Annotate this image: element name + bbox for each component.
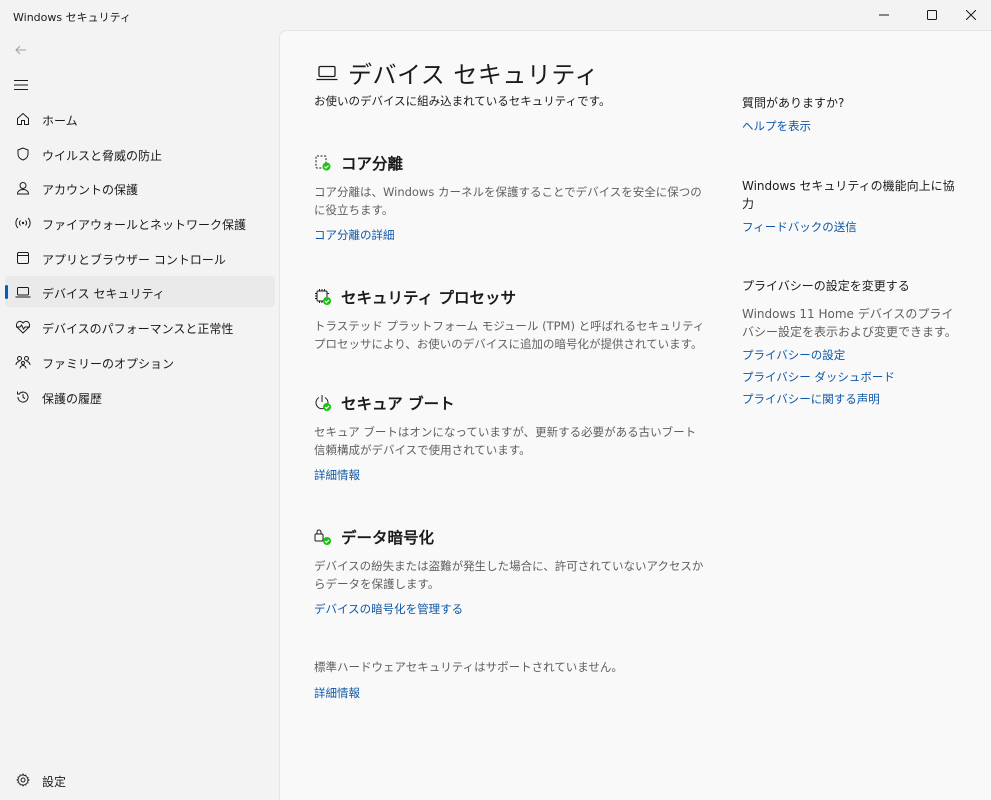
sidebar-item-label: ファイアウォールとネットワーク保護 xyxy=(42,218,247,232)
encryption-icon xyxy=(314,528,332,546)
page-title: デバイス セキュリティ xyxy=(348,61,599,89)
help-heading: 質問がありますか? xyxy=(742,96,845,110)
person-icon xyxy=(15,180,31,196)
sidebar-item-firewall[interactable]: ファイアウォールとネットワーク保護 xyxy=(5,207,275,238)
back-arrow-icon xyxy=(15,45,26,55)
show-help-link[interactable]: ヘルプを表示 xyxy=(742,118,957,134)
section-description: デバイスの紛失または盗難が発生した場合に、許可されていないアクセスからデータを保… xyxy=(314,559,704,591)
section-description: トラステッド プラットフォーム モジュール (TPM) と呼ばれるセキュリティ … xyxy=(314,319,705,351)
section-title: セキュリティ プロセッサ xyxy=(341,289,516,307)
sidebar-item-home[interactable]: ホーム xyxy=(5,103,275,134)
sidebar-item-settings[interactable]: 設定 xyxy=(5,764,275,795)
privacy-heading: プライバシーの設定を変更する xyxy=(742,279,910,293)
sidebar-item-protection-history[interactable]: 保護の履歴 xyxy=(5,381,275,412)
section-secure-boot: セキュア ブート セキュア ブートはオンになっていますが、更新する必要がある古い… xyxy=(314,392,714,483)
main-content: デバイス セキュリティ お使いのデバイスに組み込まれているセキュリティです。 コ… xyxy=(279,30,991,800)
sidebar-item-label: ファミリーのオプション xyxy=(42,357,175,371)
section-title: コア分離 xyxy=(341,155,404,173)
sidebar-item-family-options[interactable]: ファミリーのオプション xyxy=(5,346,275,377)
core-isolation-details-link[interactable]: コア分離の詳細 xyxy=(314,227,395,243)
title-bar: Windows セキュリティ xyxy=(0,0,991,30)
sidebar-item-label: アプリとブラウザー コントロール xyxy=(42,253,226,267)
privacy-panel: プライバシーの設定を変更する Windows 11 Home デバイスのプライバ… xyxy=(742,277,957,407)
sidebar-item-label: デバイス セキュリティ xyxy=(42,287,165,301)
hardware-details-link[interactable]: 詳細情報 xyxy=(314,685,360,701)
window-title: Windows セキュリティ xyxy=(13,11,131,24)
privacy-description: Windows 11 Home デバイスのプライバシー設定を表示および変更できま… xyxy=(742,307,957,339)
laptop-icon xyxy=(15,284,31,300)
help-panel: 質問がありますか? ヘルプを表示 xyxy=(742,94,957,134)
hardware-security-note: 標準ハードウェアセキュリティはサポートされていません。 xyxy=(314,660,623,674)
maximize-icon xyxy=(927,10,937,20)
sidebar: ホーム ウイルスと脅威の防止 アカウントの保護 ファイアウォールとネットワーク保… xyxy=(0,30,279,800)
back-button[interactable] xyxy=(10,39,32,61)
sidebar-item-virus-protection[interactable]: ウイルスと脅威の防止 xyxy=(5,138,275,169)
section-description: セキュア ブートはオンになっていますが、更新する必要がある古いブート信頼構成がデ… xyxy=(314,425,697,457)
sidebar-item-device-security[interactable]: デバイス セキュリティ xyxy=(5,276,275,307)
sidebar-item-device-performance[interactable]: デバイスのパフォーマンスと正常性 xyxy=(5,311,275,342)
secure-boot-details-link[interactable]: 詳細情報 xyxy=(314,467,360,483)
sidebar-item-label: 保護の履歴 xyxy=(42,392,103,406)
menu-button[interactable] xyxy=(10,74,32,96)
privacy-settings-link[interactable]: プライバシーの設定 xyxy=(742,347,957,363)
sidebar-item-account-protection[interactable]: アカウントの保護 xyxy=(5,172,275,203)
sidebar-item-label: アカウントの保護 xyxy=(42,183,139,197)
sidebar-item-label: デバイスのパフォーマンスと正常性 xyxy=(42,322,234,336)
gear-icon xyxy=(15,772,31,788)
sidebar-item-label: ホーム xyxy=(42,114,78,128)
privacy-dashboard-link[interactable]: プライバシー ダッシュボード xyxy=(742,369,957,385)
home-icon xyxy=(15,111,31,127)
maximize-button[interactable] xyxy=(912,0,952,30)
feedback-heading: Windows セキュリティの機能向上に協力 xyxy=(742,179,955,211)
section-security-processor: セキュリティ プロセッサ トラステッド プラットフォーム モジュール (TPM)… xyxy=(314,286,714,353)
section-description: コア分離は、Windows カーネルを保護することでデバイスを安全に保つのに役立… xyxy=(314,185,702,217)
feedback-panel: Windows セキュリティの機能向上に協力 フィードバックの送信 xyxy=(742,177,957,235)
app-window-icon xyxy=(15,250,31,266)
send-feedback-link[interactable]: フィードバックの送信 xyxy=(742,219,957,235)
heart-pulse-icon xyxy=(15,319,31,335)
section-title: データ暗号化 xyxy=(341,529,435,547)
sidebar-item-label: 設定 xyxy=(42,775,67,789)
history-icon xyxy=(15,389,31,405)
family-icon xyxy=(15,354,31,370)
section-title: セキュア ブート xyxy=(341,395,455,413)
selection-indicator xyxy=(5,285,8,299)
secure-boot-icon xyxy=(314,394,332,412)
sidebar-item-label: ウイルスと脅威の防止 xyxy=(42,149,163,163)
hamburger-icon xyxy=(14,80,28,90)
chip-icon xyxy=(314,288,332,306)
section-core-isolation: コア分離 コア分離は、Windows カーネルを保護することでデバイスを安全に保… xyxy=(314,152,714,243)
sidebar-item-app-browser[interactable]: アプリとブラウザー コントロール xyxy=(5,242,275,273)
minimize-button[interactable] xyxy=(864,0,904,30)
privacy-statement-link[interactable]: プライバシーに関する声明 xyxy=(742,391,957,407)
core-isolation-icon xyxy=(314,154,332,172)
shield-icon xyxy=(15,146,31,162)
close-button[interactable] xyxy=(951,0,991,30)
section-data-encryption: データ暗号化 デバイスの紛失または盗難が発生した場合に、許可されていないアクセス… xyxy=(314,526,714,617)
page-header: デバイス セキュリティ xyxy=(316,55,599,90)
close-icon xyxy=(966,10,976,20)
wireless-icon xyxy=(15,215,31,231)
manage-encryption-link[interactable]: デバイスの暗号化を管理する xyxy=(314,601,463,617)
page-description: お使いのデバイスに組み込まれているセキュリティです。 xyxy=(314,94,611,108)
laptop-icon xyxy=(316,62,338,84)
minimize-icon xyxy=(879,14,889,16)
